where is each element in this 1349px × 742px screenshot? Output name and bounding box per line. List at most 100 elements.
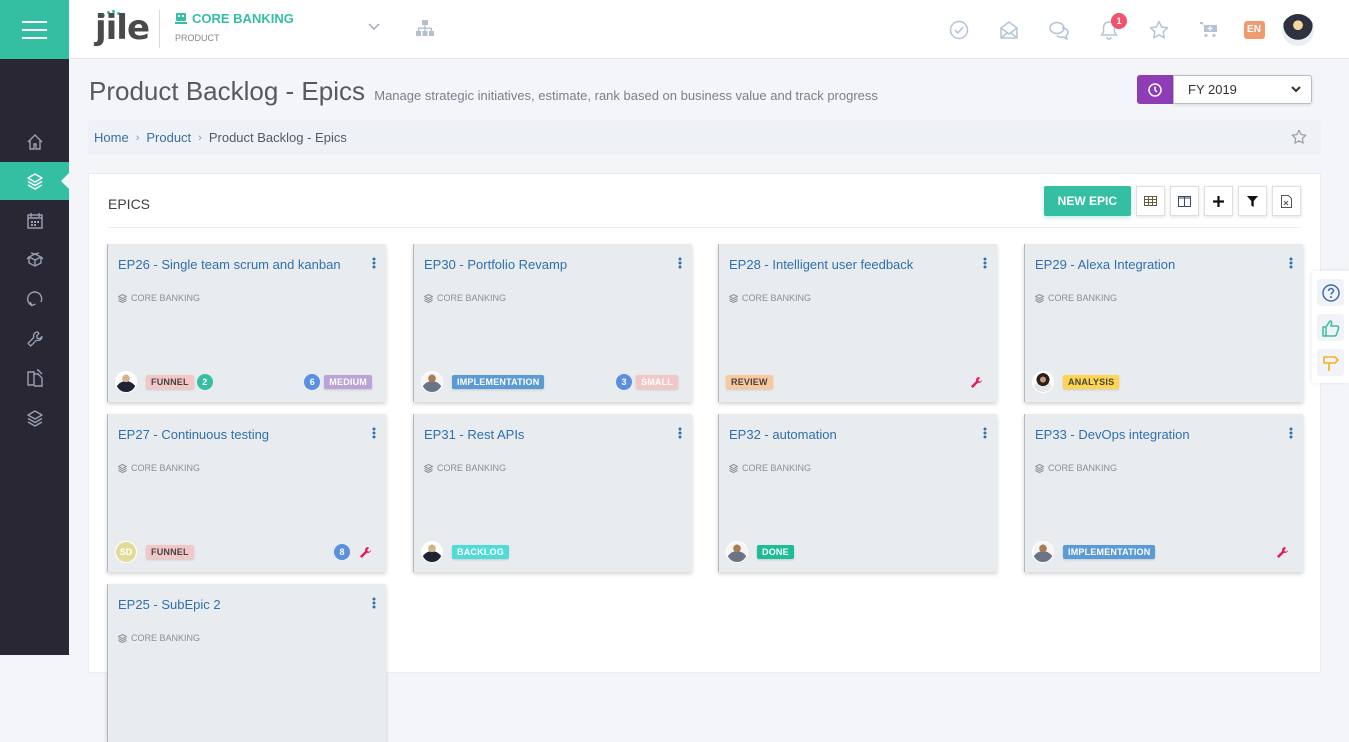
chat-icon: [1049, 21, 1069, 40]
mail-open-icon: [1000, 20, 1018, 39]
more-vertical-icon[interactable]: [372, 596, 376, 614]
more-vertical-icon[interactable]: [678, 426, 682, 444]
epic-card[interactable]: EP26 - Single team scrum and kanban CORE…: [107, 244, 386, 402]
more-vertical-icon[interactable]: [372, 256, 376, 274]
epic-title[interactable]: EP29 - Alexa Integration: [1035, 256, 1265, 273]
epic-product-name: CORE BANKING: [742, 463, 812, 473]
hierarchy-icon[interactable]: [416, 20, 434, 41]
breadcrumb-home[interactable]: Home: [94, 130, 129, 145]
status-badge[interactable]: REVIEW: [726, 375, 773, 389]
user-avatar[interactable]: [1282, 13, 1314, 46]
chevron-down-icon: [1291, 86, 1301, 93]
assignee-avatar[interactable]: [726, 541, 748, 563]
inbox-button[interactable]: [984, 0, 1034, 59]
epic-title[interactable]: EP27 - Continuous testing: [118, 426, 348, 443]
cart-button[interactable]: [1184, 0, 1234, 59]
epic-card[interactable]: EP25 - SubEpic 2 CORE BANKING: [107, 584, 386, 742]
child-count-badge[interactable]: 2: [196, 374, 213, 390]
chevron-down-icon[interactable]: [368, 20, 380, 34]
epic-card[interactable]: EP30 - Portfolio Revamp CORE BANKING IMP…: [413, 244, 692, 402]
export-excel-button[interactable]: [1272, 186, 1301, 216]
epic-card[interactable]: EP29 - Alexa Integration CORE BANKING AN…: [1024, 244, 1303, 402]
more-vertical-icon[interactable]: [983, 256, 987, 274]
epic-title[interactable]: EP26 - Single team scrum and kanban: [118, 256, 348, 273]
assignee-avatar[interactable]: [1032, 371, 1054, 393]
column-view-icon: [1178, 195, 1191, 207]
epic-card[interactable]: EP27 - Continuous testing CORE BANKING S…: [107, 414, 386, 572]
logo[interactable]: jile: [95, 8, 150, 48]
epic-card[interactable]: EP31 - Rest APIs CORE BANKING BACKLOG: [413, 414, 692, 572]
epic-card[interactable]: EP32 - automation CORE BANKING DONE: [718, 414, 997, 572]
table-view-button[interactable]: [1136, 186, 1165, 216]
epic-card[interactable]: EP33 - DevOps integration CORE BANKING I…: [1024, 414, 1303, 572]
epic-title[interactable]: EP30 - Portfolio Revamp: [424, 256, 654, 273]
epic-product: CORE BANKING: [118, 293, 200, 303]
product-type: PRODUCT: [175, 33, 220, 43]
epic-product: CORE BANKING: [729, 293, 811, 303]
epic-title[interactable]: EP32 - automation: [729, 426, 959, 443]
wrench-icon: [26, 331, 43, 347]
status-badge[interactable]: IMPLEMENTATION: [1063, 545, 1156, 559]
guide-button[interactable]: [1317, 349, 1344, 376]
sidebar-item-portfolio[interactable]: [0, 399, 69, 437]
epic-product-name: CORE BANKING: [1048, 463, 1118, 473]
help-button[interactable]: [1317, 279, 1344, 306]
status-badge[interactable]: IMPLEMENTATION: [452, 375, 545, 389]
more-vertical-icon[interactable]: [983, 426, 987, 444]
add-button[interactable]: [1204, 186, 1233, 216]
filter-icon: [1247, 195, 1258, 207]
status-badge[interactable]: ANALYSIS: [1063, 375, 1120, 389]
notification-badge: 1: [1111, 13, 1127, 29]
status-badge[interactable]: FUNNEL: [146, 545, 194, 559]
product-name: CORE BANKING: [192, 11, 294, 26]
epic-product-name: CORE BANKING: [437, 293, 507, 303]
epic-title[interactable]: EP33 - DevOps integration: [1035, 426, 1265, 443]
assignee-avatar[interactable]: [421, 371, 443, 393]
chat-button[interactable]: [1034, 0, 1084, 59]
filter-button[interactable]: [1238, 186, 1267, 216]
status-badge[interactable]: FUNNEL: [146, 375, 194, 389]
sidebar-item-tools[interactable]: [0, 320, 69, 358]
new-epic-button[interactable]: NEW EPIC: [1043, 186, 1131, 216]
sidebar-item-calendar[interactable]: [0, 202, 69, 240]
fiscal-year-select[interactable]: FY 2019: [1173, 75, 1312, 104]
more-vertical-icon[interactable]: [678, 256, 682, 274]
tasks-button[interactable]: [934, 0, 984, 59]
favorites-button[interactable]: [1134, 0, 1184, 59]
more-vertical-icon[interactable]: [1289, 426, 1293, 444]
column-view-button[interactable]: [1170, 186, 1199, 216]
sidebar-item-sprint[interactable]: [0, 280, 69, 318]
assignee-avatar[interactable]: SD: [115, 541, 137, 563]
assignee-avatar[interactable]: [421, 541, 443, 563]
epic-title[interactable]: EP25 - SubEpic 2: [118, 596, 348, 613]
sidebar-item-product[interactable]: [0, 162, 69, 200]
bookmark-star-icon[interactable]: [1291, 129, 1307, 148]
epic-title[interactable]: EP28 - Intelligent user feedback: [729, 256, 959, 273]
epic-card[interactable]: EP28 - Intelligent user feedback CORE BA…: [718, 244, 997, 402]
more-vertical-icon[interactable]: [372, 426, 376, 444]
cart-plus-icon: [1200, 21, 1217, 37]
language-button[interactable]: EN: [1234, 0, 1274, 59]
epic-product-name: CORE BANKING: [437, 463, 507, 473]
assignee-avatar[interactable]: [115, 371, 137, 393]
more-vertical-icon[interactable]: [1289, 256, 1293, 274]
product-switcher[interactable]: CORE BANKING PRODUCT: [175, 11, 294, 43]
product-layers-icon: [729, 293, 738, 303]
feedback-button[interactable]: [1317, 314, 1344, 341]
epic-title[interactable]: EP31 - Rest APIs: [424, 426, 654, 443]
sidebar-item-release[interactable]: [0, 241, 69, 279]
menu-toggle-button[interactable]: [0, 0, 69, 59]
status-badge[interactable]: DONE: [757, 545, 794, 559]
wrench-icon[interactable]: [1276, 546, 1289, 559]
sidebar-item-home[interactable]: [0, 123, 69, 161]
page-subtitle: Manage strategic initiatives, estimate, …: [374, 88, 878, 103]
fiscal-year-value: FY 2019: [1188, 82, 1237, 97]
wrench-icon[interactable]: [359, 546, 372, 559]
breadcrumb-product[interactable]: Product: [146, 130, 191, 145]
status-badge[interactable]: BACKLOG: [452, 545, 509, 559]
notifications-button[interactable]: 1: [1084, 0, 1134, 59]
wrench-icon[interactable]: [970, 376, 983, 389]
sidebar-item-documents[interactable]: [0, 359, 69, 397]
epic-product-name: CORE BANKING: [131, 293, 201, 303]
assignee-avatar[interactable]: [1032, 541, 1054, 563]
